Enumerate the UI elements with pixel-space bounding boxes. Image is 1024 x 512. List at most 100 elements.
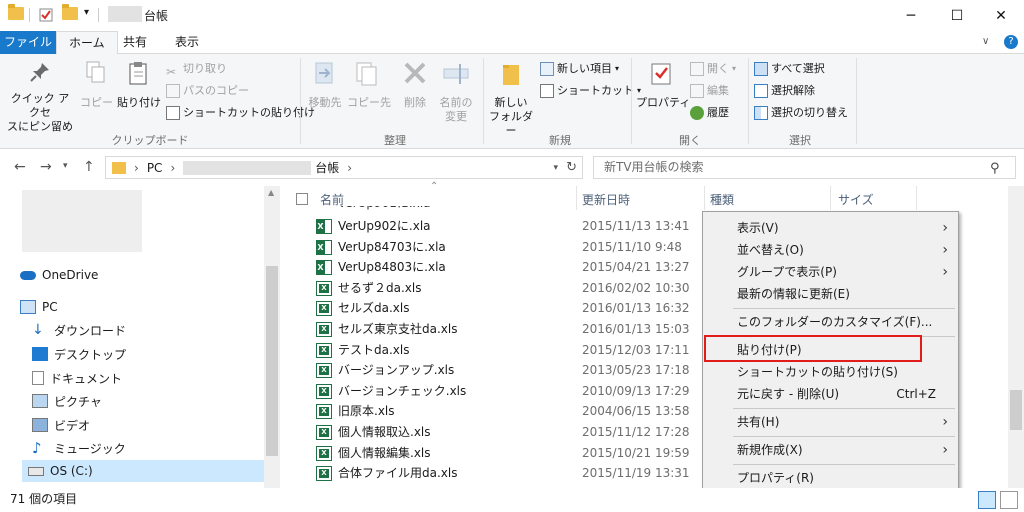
new-item-icon [540,62,554,76]
properties-button[interactable]: プロパティ [636,60,690,110]
select-none-icon [754,84,768,98]
nav-scroll-thumb[interactable] [266,266,278,456]
paste-shortcut-button[interactable]: ショートカットの貼り付け [166,103,315,123]
copy-label: コピー [80,96,113,109]
recent-locations-icon[interactable]: ▾ [63,161,68,171]
file-name: 個人情報取込.xls [338,425,431,439]
close-button[interactable]: ✕ [978,0,1024,31]
nav-downloads[interactable]: ↓ ダウンロード [32,319,126,341]
menu-item-customize[interactable]: このフォルダーのカスタマイズ(F)... [705,311,956,333]
select-none-button[interactable]: 選択解除 [754,81,815,101]
edit-button[interactable]: 編集 [690,81,729,101]
menu-item-undo[interactable]: 元に戻す - 削除(U) Ctrl+Z [705,383,956,405]
refresh-icon[interactable]: ↻ [566,160,577,175]
edit-icon [690,84,704,98]
select-none-label: 選択解除 [771,84,815,97]
open-label: 開く [707,62,729,75]
excel-file-icon [316,383,332,399]
scroll-up-icon[interactable]: ▲ [268,188,274,197]
address-dropdown-icon[interactable]: ▾ [553,163,558,173]
menu-item-view[interactable]: 表示(V) › [705,217,956,239]
tab-share[interactable]: 共有 [111,31,159,54]
delete-button[interactable]: 削除 [397,60,433,110]
history-button[interactable]: 履歴 [690,103,729,123]
select-all-checkbox[interactable] [296,193,308,205]
copy-to-label: コピー先 [347,96,391,109]
breadcrumb-pc[interactable]: PC [147,161,163,175]
group-divider [300,58,301,144]
select-all-button[interactable]: すべて選択 [754,59,825,79]
new-item-button[interactable]: 新しい項目 ▾ [540,59,619,79]
nav-os-drive[interactable]: OS (C:) [22,460,264,482]
collapse-ribbon-icon[interactable]: ∨ [982,36,989,47]
easy-access-button[interactable]: ショートカット ▾ [540,81,641,101]
column-divider[interactable] [916,186,917,210]
nav-music[interactable]: ♪ ミュージック [32,437,126,459]
rename-label: 名前の 変更 [439,96,473,123]
copy-to-button[interactable]: コピー先 [347,60,391,110]
nav-videos[interactable]: ビデオ [32,414,90,436]
menu-item-paste-shortcut[interactable]: ショートカットの貼り付け(S) [705,361,956,383]
move-to-button[interactable]: 移動先 [305,60,345,110]
menu-item-properties[interactable]: プロパティ(R) [705,467,956,489]
search-input[interactable]: 新TV用台帳の検索 [593,156,1016,179]
column-header-date[interactable]: 更新日時 [582,190,630,210]
copy-path-button[interactable]: パスのコピー [166,81,249,101]
back-arrow-icon[interactable]: ← [14,159,26,175]
new-folder-icon[interactable] [62,4,78,21]
nav-scrollbar[interactable]: ▲ [264,186,280,488]
menu-item-refresh[interactable]: 最新の情報に更新(E) [705,283,956,305]
file-list-scroll-thumb[interactable] [1010,390,1022,430]
tab-file[interactable]: ファイル [0,31,56,54]
nav-onedrive[interactable]: OneDrive [20,264,98,286]
search-icon[interactable]: ⚲ [990,161,1000,176]
open-button[interactable]: 開く ▾ [690,59,736,79]
properties-icon [651,63,671,85]
forward-arrow-icon[interactable]: → [40,159,52,175]
new-folder-button[interactable]: 新しい フォルダー [487,60,535,138]
invert-selection-label: 選択の切り替え [771,106,848,119]
group-divider [748,58,749,144]
menu-item-new[interactable]: 新規作成(X) › [705,439,956,461]
address-bar[interactable]: › PC › 台帳 › ▾ ↻ [105,156,583,179]
menu-item-share-label: 共有(H) [737,415,780,429]
details-view-icon[interactable] [978,491,996,509]
nav-pc[interactable]: PC [20,296,58,318]
nav-desktop[interactable]: デスクトップ [32,343,126,365]
excel-file-icon [316,301,332,317]
help-icon[interactable]: ? [1004,35,1018,49]
title-bar: ▾ 台帳 ─ ☐ ✕ [0,0,1024,31]
column-header-type[interactable]: 種類 [710,190,734,210]
menu-item-share[interactable]: 共有(H) › [705,411,956,433]
properties-icon[interactable] [38,7,54,22]
customize-quick-access-icon[interactable]: ▾ [84,7,89,18]
nav-documents[interactable]: ドキュメント [32,367,122,389]
menu-divider [733,436,955,437]
menu-item-customize-label: このフォルダーのカスタマイズ(F)... [737,315,933,329]
up-arrow-icon[interactable]: ↑ [83,159,95,175]
column-header-size[interactable]: サイズ [838,190,874,210]
menu-item-group-by[interactable]: グループで表示(P) › [705,261,956,283]
pin-to-quick-access-button[interactable]: クイック アクセ スにピン留め [6,60,74,134]
large-icons-view-icon[interactable] [1000,491,1018,509]
nav-pictures[interactable]: ピクチャ [32,390,102,412]
menu-item-sort[interactable]: 並べ替え(O) › [705,239,956,261]
tab-view[interactable]: 表示 [163,31,211,54]
file-list-scrollbar[interactable] [1008,186,1024,488]
tab-home[interactable]: ホーム [56,31,118,55]
column-divider[interactable] [576,186,577,210]
minimize-button[interactable]: ─ [888,0,934,31]
breadcrumb-folder[interactable]: 台帳 [315,159,339,176]
file-name: セルズ東京支社da.xls [338,322,458,336]
column-divider[interactable] [830,186,831,210]
folder-icon [112,161,126,174]
maximize-button[interactable]: ☐ [934,0,980,31]
invert-selection-button[interactable]: 選択の切り替え [754,103,848,123]
copy-button[interactable]: コピー [80,60,113,110]
column-divider[interactable] [704,186,705,210]
cut-button[interactable]: ✂ 切り取り [166,59,227,79]
delete-x-icon [404,62,426,84]
menu-item-new-label: 新規作成(X) [737,443,803,457]
paste-button[interactable]: 貼り付け [116,60,162,110]
rename-button[interactable]: 名前の 変更 [436,60,476,124]
